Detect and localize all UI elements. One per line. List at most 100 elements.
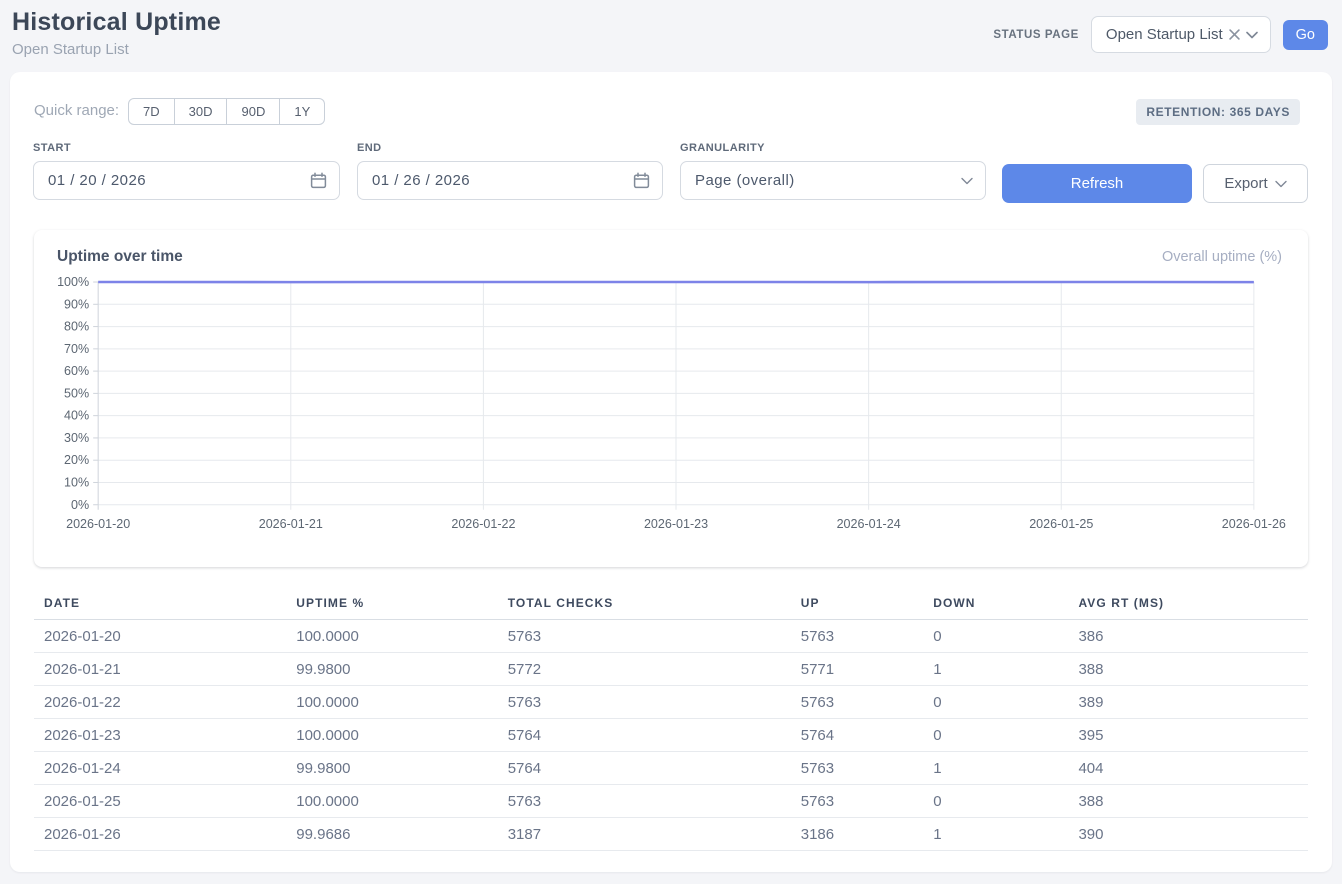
table-cell: 5763 <box>791 686 923 719</box>
table-row: 2026-01-2499.9800576457631404 <box>34 752 1308 785</box>
col-header-uptime: UPTIME % <box>286 590 497 620</box>
refresh-button[interactable]: Refresh <box>1002 164 1192 203</box>
uptime-chart-card: Uptime over time Overall uptime (%) 0% 10… <box>34 230 1308 567</box>
table-cell: 5764 <box>791 719 923 752</box>
retention-badge: RETENTION: 365 DAYS <box>1136 99 1300 125</box>
col-header-down: DOWN <box>923 590 1068 620</box>
table-row: 2026-01-20100.0000576357630386 <box>34 620 1308 653</box>
table-row: 2026-01-2199.9800577257711388 <box>34 653 1308 686</box>
status-page-select[interactable]: Open Startup List <box>1091 16 1271 53</box>
quick-range-30d[interactable]: 30D <box>175 98 228 125</box>
table-cell: 0 <box>923 785 1068 818</box>
table-cell: 100.0000 <box>286 686 497 719</box>
y-axis-tick-label: 20% <box>64 453 89 467</box>
granularity-select[interactable]: Page (overall) <box>680 161 986 200</box>
table-cell: 388 <box>1068 653 1308 686</box>
granularity-label: GRANULARITY <box>680 142 986 154</box>
table-cell: 0 <box>923 620 1068 653</box>
quick-range-1y[interactable]: 1Y <box>280 98 325 125</box>
quick-range-group: 7D 30D 90D 1Y <box>128 98 325 125</box>
table-cell: 2026-01-25 <box>34 785 286 818</box>
y-axis-tick-label: 50% <box>64 386 89 400</box>
table-cell: 404 <box>1068 752 1308 785</box>
main-panel: Quick range: 7D 30D 90D 1Y RETENTION: 36… <box>10 72 1332 872</box>
table-header-row: DATE UPTIME % TOTAL CHECKS UP DOWN AVG R… <box>34 590 1308 620</box>
table-cell: 5772 <box>498 653 791 686</box>
table-cell: 1 <box>923 752 1068 785</box>
table-cell: 0 <box>923 686 1068 719</box>
uptime-line-chart: 0%10%20%30%40%50%60%70%80%90%100%2026-01… <box>56 274 1286 533</box>
chart-legend: Overall uptime (%) <box>1162 249 1282 265</box>
start-date-label: START <box>33 142 340 154</box>
granularity-selected-value: Page (overall) <box>695 172 795 189</box>
status-page-label: STATUS PAGE <box>993 29 1079 41</box>
table-cell: 2026-01-26 <box>34 818 286 851</box>
table-cell: 99.9800 <box>286 653 497 686</box>
table-cell: 1 <box>923 818 1068 851</box>
x-axis-tick-label: 2026-01-25 <box>1029 517 1093 531</box>
table-cell: 388 <box>1068 785 1308 818</box>
table-cell: 3186 <box>791 818 923 851</box>
chart-header: Uptime over time Overall uptime (%) <box>34 230 1308 274</box>
table-row: 2026-01-25100.0000576357630388 <box>34 785 1308 818</box>
table-cell: 5763 <box>498 686 791 719</box>
table-cell: 5763 <box>498 785 791 818</box>
chevron-down-icon <box>961 177 973 185</box>
table-cell: 100.0000 <box>286 620 497 653</box>
quick-range-90d[interactable]: 90D <box>227 98 280 125</box>
y-axis-tick-label: 100% <box>57 275 89 289</box>
uptime-line-chart-svg: 0%10%20%30%40%50%60%70%80%90%100%2026-01… <box>56 274 1286 533</box>
end-date-value: 01 / 26 / 2026 <box>372 172 470 189</box>
clear-icon[interactable] <box>1229 29 1240 40</box>
table-cell: 5764 <box>498 719 791 752</box>
calendar-icon[interactable] <box>310 172 327 189</box>
y-axis-tick-label: 0% <box>71 498 89 512</box>
quick-range-7d[interactable]: 7D <box>128 98 175 125</box>
page-header: Historical Uptime Open Startup List STAT… <box>0 0 1342 72</box>
x-axis-tick-label: 2026-01-23 <box>644 517 708 531</box>
export-button[interactable]: Export <box>1203 164 1308 203</box>
y-axis-tick-label: 90% <box>64 297 89 311</box>
x-axis-tick-label: 2026-01-22 <box>451 517 515 531</box>
header-actions: STATUS PAGE Open Startup List Go <box>993 16 1328 53</box>
end-date-input[interactable]: 01 / 26 / 2026 <box>357 161 663 200</box>
chevron-down-icon <box>1246 31 1258 39</box>
start-date-value: 01 / 20 / 2026 <box>48 172 146 189</box>
table-row: 2026-01-23100.0000576457640395 <box>34 719 1308 752</box>
table-cell: 2026-01-20 <box>34 620 286 653</box>
y-axis-tick-label: 10% <box>64 475 89 489</box>
table-cell: 99.9686 <box>286 818 497 851</box>
y-axis-tick-label: 70% <box>64 342 89 356</box>
table-cell: 100.0000 <box>286 719 497 752</box>
start-date-input[interactable]: 01 / 20 / 2026 <box>33 161 340 200</box>
start-date-field: START 01 / 20 / 2026 <box>33 142 340 200</box>
status-page-selected-value: Open Startup List <box>1106 26 1223 43</box>
quick-range-label: Quick range: <box>34 102 119 119</box>
table-cell: 386 <box>1068 620 1308 653</box>
table-cell: 5763 <box>498 620 791 653</box>
chevron-down-icon <box>1275 180 1287 188</box>
table-cell: 5763 <box>791 752 923 785</box>
go-button[interactable]: Go <box>1283 20 1328 50</box>
table-cell: 5764 <box>498 752 791 785</box>
y-axis-tick-label: 40% <box>64 409 89 423</box>
y-axis-tick-label: 30% <box>64 431 89 445</box>
chart-title: Uptime over time <box>57 248 183 266</box>
page-subtitle: Open Startup List <box>12 41 129 58</box>
col-header-date: DATE <box>34 590 286 620</box>
table-cell: 5763 <box>791 785 923 818</box>
uptime-table: DATE UPTIME % TOTAL CHECKS UP DOWN AVG R… <box>34 590 1308 851</box>
x-axis-tick-label: 2026-01-24 <box>837 517 901 531</box>
table-cell: 2026-01-21 <box>34 653 286 686</box>
table-cell: 5771 <box>791 653 923 686</box>
table-cell: 5763 <box>791 620 923 653</box>
table-cell: 389 <box>1068 686 1308 719</box>
table-row: 2026-01-2699.9686318731861390 <box>34 818 1308 851</box>
table-cell: 1 <box>923 653 1068 686</box>
col-header-total-checks: TOTAL CHECKS <box>498 590 791 620</box>
col-header-up: UP <box>791 590 923 620</box>
end-date-label: END <box>357 142 663 154</box>
calendar-icon[interactable] <box>633 172 650 189</box>
x-axis-tick-label: 2026-01-26 <box>1222 517 1286 531</box>
page-title: Historical Uptime <box>12 8 221 37</box>
